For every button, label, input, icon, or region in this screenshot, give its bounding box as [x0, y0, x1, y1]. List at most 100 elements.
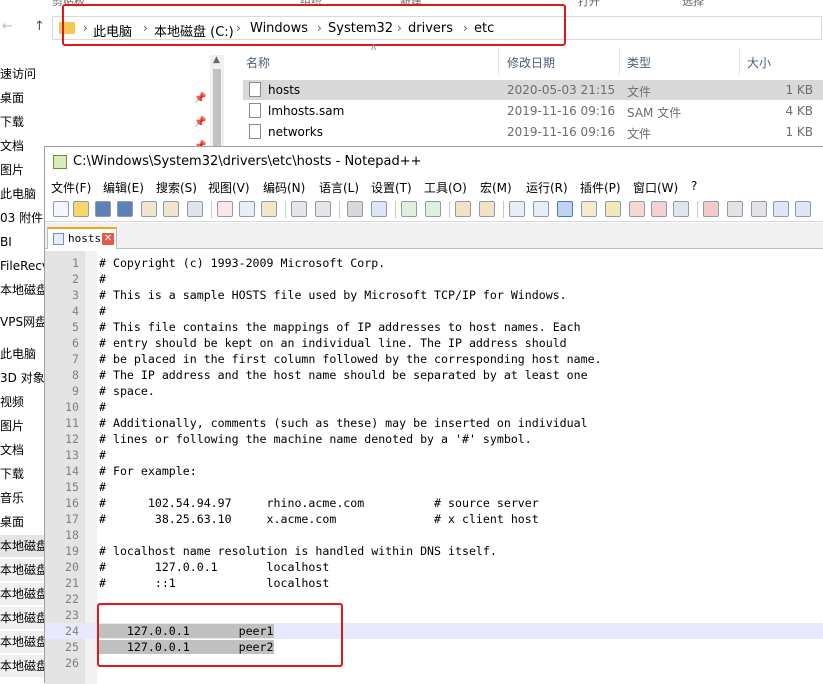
document-map-icon[interactable]	[605, 201, 621, 217]
save-macro-icon[interactable]	[795, 201, 811, 217]
column-divider[interactable]	[739, 47, 740, 75]
open-file-icon[interactable]	[73, 201, 89, 217]
back-button[interactable]: ←	[2, 19, 13, 34]
sidebar-item-downloads[interactable]: 下载	[0, 111, 222, 133]
breadcrumb-drivers[interactable]: drivers	[408, 21, 453, 36]
code-line[interactable]: 7 # be placed in the first column followe…	[45, 351, 823, 367]
pin-icon[interactable]: 📌	[194, 117, 206, 128]
code-line[interactable]: 21 # ::1 localhost	[45, 575, 823, 591]
code-line[interactable]: 5 # This file contains the mappings of IP…	[45, 319, 823, 335]
code-line[interactable]: 26	[45, 655, 823, 671]
column-header-name[interactable]: 名称	[246, 54, 270, 71]
breadcrumb-system32[interactable]: System32	[328, 21, 393, 36]
replace-icon[interactable]	[371, 201, 387, 217]
file-row-hosts[interactable]: hosts 2020-05-03 21:15 文件 1 KB	[243, 80, 823, 100]
menu-plugins[interactable]: 插件(P)	[580, 179, 621, 196]
code-line[interactable]: 12 # lines or following the machine name …	[45, 431, 823, 447]
code-line[interactable]: 11 # Additionally, comments (such as thes…	[45, 415, 823, 431]
breadcrumb-windows[interactable]: Windows	[250, 21, 308, 36]
code-line[interactable]: 1 # Copyright (c) 1993-2009 Microsoft Cor…	[45, 255, 823, 271]
code-line[interactable]: 14 # For example:	[45, 463, 823, 479]
menu-macro[interactable]: 宏(M)	[480, 179, 512, 196]
function-list-icon[interactable]	[629, 201, 645, 217]
menu-file[interactable]: 文件(F)	[51, 179, 91, 196]
close-all-icon[interactable]	[163, 201, 179, 217]
code-line[interactable]: 2 #	[45, 271, 823, 287]
menu-tools[interactable]: 工具(O)	[424, 179, 467, 196]
zoom-out-icon[interactable]	[425, 201, 441, 217]
sidebar-item-quick-access[interactable]: 速访问	[0, 63, 222, 85]
save-icon[interactable]	[95, 201, 111, 217]
ribbon-group-clipboard[interactable]: 剪贴板	[52, 0, 85, 9]
menu-encoding[interactable]: 编码(N)	[263, 179, 305, 196]
column-header-type[interactable]: 类型	[627, 54, 651, 71]
column-header-date[interactable]: 修改日期	[507, 54, 555, 71]
word-wrap-icon[interactable]	[509, 201, 525, 217]
code-line[interactable]: 10 #	[45, 399, 823, 415]
cut-icon[interactable]	[217, 201, 233, 217]
code-line[interactable]: 3 # This is a sample HOSTS file used by M…	[45, 287, 823, 303]
save-all-icon[interactable]	[117, 201, 133, 217]
copy-icon[interactable]	[239, 201, 255, 217]
column-divider[interactable]	[619, 47, 620, 75]
menu-run[interactable]: 运行(R)	[526, 179, 568, 196]
menu-window[interactable]: 窗口(W)	[633, 179, 678, 196]
paste-icon[interactable]	[261, 201, 277, 217]
menu-help[interactable]: ?	[691, 179, 697, 193]
close-tab-icon[interactable]: ✕	[102, 233, 114, 245]
code-line[interactable]: 19 # localhost name resolution is handled…	[45, 543, 823, 559]
column-header-size[interactable]: 大小	[747, 54, 771, 71]
address-bar[interactable]: › 此电脑 › 本地磁盘 (C:) › Windows › System32 ›…	[52, 16, 822, 40]
ribbon-group-open[interactable]: 打开	[578, 0, 600, 9]
menu-settings[interactable]: 设置(T)	[371, 179, 412, 196]
run-macro-multiple-icon[interactable]	[773, 201, 789, 217]
folder-as-workspace-icon[interactable]	[651, 201, 667, 217]
editor-area[interactable]: 1 # Copyright (c) 1993-2009 Microsoft Cor…	[45, 251, 823, 684]
code-line[interactable]: 25 127.0.0.1 peer2	[45, 639, 823, 655]
file-row-lmhosts[interactable]: lmhosts.sam 2019-11-16 09:16 SAM 文件 4 KB	[243, 101, 823, 121]
scroll-up-arrow-icon[interactable]: ▲	[213, 55, 220, 65]
column-divider[interactable]	[498, 47, 499, 75]
breadcrumb-this-pc[interactable]: 此电脑	[93, 21, 132, 40]
code-line[interactable]: 9 # space.	[45, 383, 823, 399]
close-icon[interactable]	[141, 201, 157, 217]
code-line[interactable]: 8 # The IP address and the host name shou…	[45, 367, 823, 383]
redo-icon[interactable]	[315, 201, 331, 217]
language-icon[interactable]	[581, 201, 597, 217]
code-line[interactable]: 16 # 102.54.94.97 rhino.acme.com # source…	[45, 495, 823, 511]
code-line[interactable]: 13 #	[45, 447, 823, 463]
code-line[interactable]: 20 # 127.0.0.1 localhost	[45, 559, 823, 575]
monitoring-icon[interactable]	[673, 201, 689, 217]
play-macro-icon[interactable]	[751, 201, 767, 217]
undo-icon[interactable]	[291, 201, 307, 217]
new-file-icon[interactable]	[53, 201, 69, 217]
up-button[interactable]: ↑	[34, 19, 45, 34]
menu-edit[interactable]: 编辑(E)	[103, 179, 144, 196]
file-row-networks[interactable]: networks 2019-11-16 09:16 文件 1 KB	[243, 122, 823, 142]
code-line[interactable]: 23	[45, 607, 823, 623]
ribbon-group-organize[interactable]: 组织	[300, 0, 322, 9]
code-line[interactable]: 18	[45, 527, 823, 543]
breadcrumb-local-disk-c[interactable]: 本地磁盘 (C:)	[154, 21, 234, 40]
code-line[interactable]: 17 # 38.25.63.10 x.acme.com # x client ho…	[45, 511, 823, 527]
code-line[interactable]: 24 127.0.0.1 peer1	[45, 623, 823, 639]
menu-view[interactable]: 视图(V)	[208, 179, 250, 196]
breadcrumb-etc[interactable]: etc	[474, 21, 494, 36]
find-icon[interactable]	[347, 201, 363, 217]
indent-guide-icon[interactable]	[557, 201, 573, 217]
code-line[interactable]: 6 # entry should be kept on an individual…	[45, 335, 823, 351]
sync-vertical-icon[interactable]	[455, 201, 471, 217]
stop-macro-icon[interactable]	[727, 201, 743, 217]
code-line[interactable]: 4 #	[45, 303, 823, 319]
ribbon-group-select[interactable]: 选择	[682, 0, 704, 9]
menu-language[interactable]: 语言(L)	[319, 179, 359, 196]
print-icon[interactable]	[187, 201, 203, 217]
zoom-in-icon[interactable]	[401, 201, 417, 217]
show-all-characters-icon[interactable]	[533, 201, 549, 217]
code-line[interactable]: 22	[45, 591, 823, 607]
record-macro-icon[interactable]	[703, 201, 719, 217]
tab-hosts[interactable]: hosts ✕	[47, 227, 117, 249]
menu-search[interactable]: 搜索(S)	[156, 179, 197, 196]
code-line[interactable]: 15 #	[45, 479, 823, 495]
sync-horizontal-icon[interactable]	[479, 201, 495, 217]
